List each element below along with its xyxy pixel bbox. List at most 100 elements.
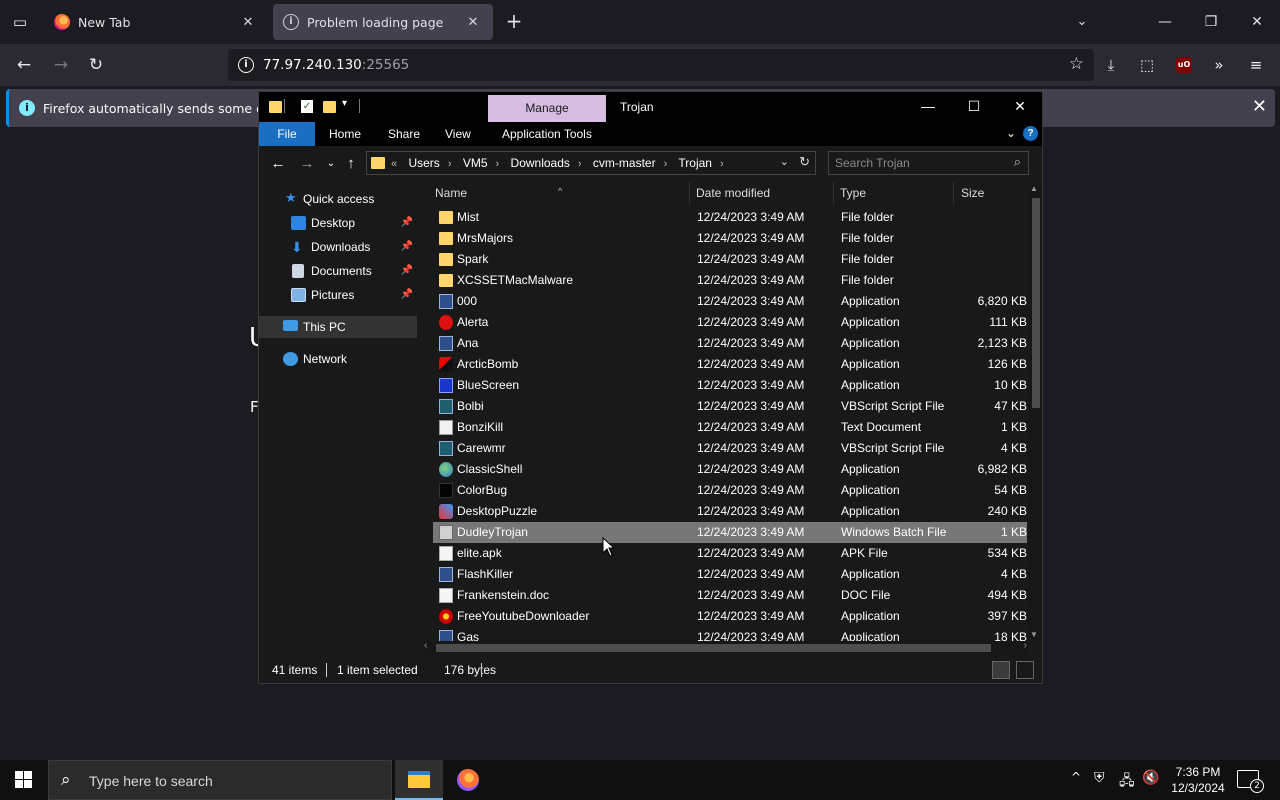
- search-input[interactable]: [835, 155, 995, 171]
- breadcrumb-users[interactable]: Users: [408, 156, 439, 170]
- more-tools-icon[interactable]: »: [1206, 52, 1232, 78]
- nav-quick-access[interactable]: ★ Quick access: [259, 188, 417, 210]
- maximize-button[interactable]: ☐: [951, 92, 997, 122]
- tab-manage[interactable]: Manage: [488, 95, 606, 122]
- column-divider[interactable]: [953, 182, 954, 204]
- close-notification-icon[interactable]: ✕: [1252, 96, 1267, 117]
- nav-this-pc[interactable]: This PC: [259, 316, 417, 338]
- file-row[interactable]: 000 12/24/2023 3:49 AM Application 6,820 KB: [433, 291, 1027, 312]
- new-tab-button[interactable]: +: [502, 10, 526, 34]
- file-row[interactable]: FlashKiller 12/24/2023 3:49 AM Application…: [433, 564, 1027, 585]
- scroll-thumb[interactable]: [436, 644, 991, 652]
- list-all-tabs-icon[interactable]: ⌄: [1070, 10, 1094, 34]
- chevron-right-icon[interactable]: ›: [578, 158, 582, 170]
- restore-button[interactable]: ❐: [1188, 0, 1234, 44]
- file-row[interactable]: FreeYoutubeDownloader 12/24/2023 3:49 AM A…: [433, 606, 1027, 627]
- file-row[interactable]: Mist 12/24/2023 3:49 AM File folder: [433, 207, 1027, 228]
- close-tab-icon[interactable]: ✕: [238, 15, 258, 30]
- ublock-origin-icon[interactable]: uO: [1176, 57, 1192, 73]
- tab-problem-loading-page[interactable]: i Problem loading page ✕: [273, 4, 493, 40]
- breadcrumb-vm5[interactable]: VM5: [463, 156, 488, 170]
- url-text[interactable]: 77.97.240.130:25565: [263, 57, 409, 73]
- chevron-right-icon[interactable]: ›: [664, 158, 668, 170]
- address-dropdown-icon[interactable]: ⌄: [780, 155, 789, 168]
- nav-pictures[interactable]: Pictures 📌: [259, 284, 417, 306]
- minimize-button[interactable]: —: [1142, 0, 1188, 44]
- file-row[interactable]: Ana 12/24/2023 3:49 AM Application 2,123 KB: [433, 333, 1027, 354]
- file-row[interactable]: MrsMajors 12/24/2023 3:49 AM File folder: [433, 228, 1027, 249]
- nav-documents[interactable]: Documents 📌: [259, 260, 417, 282]
- search-box[interactable]: ⌕: [828, 151, 1029, 175]
- back-arrow-icon[interactable]: ←: [268, 155, 288, 173]
- address-bar[interactable]: « Users › VM5 › Downloads › cvm-master › Tro…: [366, 151, 816, 175]
- vertical-scrollbar[interactable]: ▲ ▼: [1029, 184, 1042, 639]
- new-folder-icon[interactable]: [323, 101, 336, 113]
- nav-network[interactable]: Network: [259, 348, 417, 370]
- show-hidden-icons-icon[interactable]: ^: [1071, 770, 1081, 784]
- reload-icon[interactable]: ↻: [83, 52, 109, 78]
- extensions-icon[interactable]: ⬚: [1134, 52, 1160, 78]
- close-tab-icon[interactable]: ✕: [463, 15, 483, 30]
- file-row[interactable]: elite.apk 12/24/2023 3:49 AM APK File 534 K…: [433, 543, 1027, 564]
- scroll-right-icon[interactable]: ›: [1024, 640, 1027, 651]
- scroll-thumb[interactable]: [1032, 198, 1040, 408]
- details-view-icon[interactable]: [992, 661, 1010, 679]
- recent-locations-icon[interactable]: ⌄: [321, 155, 341, 173]
- chevron-right-icon[interactable]: ›: [496, 158, 500, 170]
- tab-new-tab[interactable]: New Tab ✕: [44, 4, 268, 40]
- help-icon[interactable]: ?: [1023, 126, 1038, 141]
- close-window-button[interactable]: ✕: [1234, 0, 1280, 44]
- url-bar[interactable]: i 77.97.240.130:25565 ☆: [228, 49, 1094, 81]
- horizontal-scrollbar[interactable]: ‹ ›: [422, 640, 1029, 654]
- breadcrumb-downloads[interactable]: Downloads: [511, 156, 570, 170]
- file-row[interactable]: BlueScreen 12/24/2023 3:49 AM Application 1…: [433, 375, 1027, 396]
- up-arrow-icon[interactable]: ↑: [341, 155, 361, 173]
- file-row[interactable]: Spark 12/24/2023 3:49 AM File folder: [433, 249, 1027, 270]
- minimize-button[interactable]: —: [905, 92, 951, 122]
- file-row[interactable]: XCSSETMacMalware 12/24/2023 3:49 AM File f…: [433, 270, 1027, 291]
- file-row[interactable]: DesktopPuzzle 12/24/2023 3:49 AM Applicati…: [433, 501, 1027, 522]
- tab-view[interactable]: View: [445, 122, 471, 146]
- file-row[interactable]: Frankenstein.doc 12/24/2023 3:49 AM DOC Fi…: [433, 585, 1027, 606]
- file-row[interactable]: BonziKill 12/24/2023 3:49 AM Text Document…: [433, 417, 1027, 438]
- scroll-down-icon[interactable]: ▼: [1030, 630, 1038, 639]
- nav-downloads[interactable]: ⬇ Downloads 📌: [259, 236, 417, 258]
- customize-qat-icon[interactable]: ▾: [342, 98, 347, 114]
- chevron-right-icon[interactable]: ›: [720, 158, 724, 170]
- file-row[interactable]: ArcticBomb 12/24/2023 3:49 AM Application 1…: [433, 354, 1027, 375]
- tab-file[interactable]: File: [259, 122, 315, 146]
- column-divider[interactable]: [833, 182, 834, 204]
- scroll-left-icon[interactable]: ‹: [424, 640, 427, 651]
- scroll-up-icon[interactable]: ▲: [1030, 184, 1038, 193]
- tab-application-tools[interactable]: Application Tools: [502, 122, 592, 146]
- column-name[interactable]: Name: [435, 186, 467, 200]
- chevron-right-icon[interactable]: ›: [448, 158, 452, 170]
- taskbar-search[interactable]: ⌕ Type here to search: [48, 760, 392, 800]
- downloads-icon[interactable]: ⤓: [1098, 52, 1124, 78]
- file-row[interactable]: Carewmr 12/24/2023 3:49 AM VBScript Script…: [433, 438, 1027, 459]
- tab-home[interactable]: Home: [329, 122, 361, 146]
- refresh-icon[interactable]: ↻: [799, 154, 810, 170]
- forward-arrow-icon[interactable]: →: [297, 155, 317, 173]
- site-info-icon[interactable]: i: [238, 57, 254, 73]
- breadcrumb-overflow[interactable]: «: [391, 158, 397, 170]
- file-row[interactable]: ClassicShell 12/24/2023 3:49 AM Applicatio…: [433, 459, 1027, 480]
- file-row[interactable]: Bolbi 12/24/2023 3:49 AM VBScript Script F…: [433, 396, 1027, 417]
- nav-desktop[interactable]: Desktop 📌: [259, 212, 417, 234]
- column-size[interactable]: Size: [961, 186, 984, 200]
- back-arrow-icon[interactable]: ←: [11, 52, 37, 78]
- large-icons-view-icon[interactable]: [1016, 661, 1034, 679]
- file-row[interactable]: ColorBug 12/24/2023 3:49 AM Application 54 …: [433, 480, 1027, 501]
- network-icon[interactable]: 🖧: [1119, 770, 1135, 794]
- taskbar-firefox[interactable]: [443, 760, 491, 800]
- firefox-view-icon[interactable]: ▭: [8, 10, 32, 34]
- bookmark-star-icon[interactable]: ☆: [1069, 54, 1084, 74]
- security-icon[interactable]: ⛨: [1094, 770, 1105, 786]
- hamburger-menu-icon[interactable]: ≡: [1243, 52, 1269, 78]
- action-center-icon[interactable]: 2: [1237, 770, 1264, 793]
- breadcrumb-cvm-master[interactable]: cvm-master: [593, 156, 656, 170]
- breadcrumb-trojan[interactable]: Trojan: [678, 156, 712, 170]
- file-row[interactable]: DudleyTrojan 12/24/2023 3:49 AM Windows Ba…: [433, 522, 1027, 543]
- system-clock[interactable]: 7:36 PM 12/3/2024: [1165, 764, 1231, 796]
- column-date-modified[interactable]: Date modified: [696, 186, 770, 200]
